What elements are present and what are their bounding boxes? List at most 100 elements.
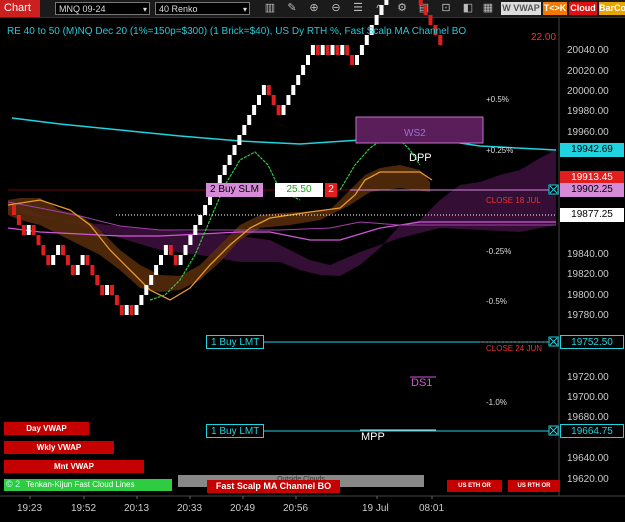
close-x-icon[interactable] — [548, 425, 559, 436]
pct-level-label: -0.25% — [486, 247, 512, 256]
down-brick — [423, 5, 428, 15]
close-x-icon[interactable] — [548, 184, 559, 195]
chart-header-title: RE 40 to 50 (M)NQ Dec 20 (1%=150p=$300) … — [7, 26, 467, 37]
up-brick — [26, 225, 31, 235]
us-rth-or-toggle[interactable]: US RTH OR — [508, 480, 560, 492]
price-tick: 19700.00 — [567, 392, 609, 403]
pct-level-label: -1.0% — [486, 398, 507, 407]
up-brick — [178, 255, 183, 265]
stop-order-price-box: 19902.25 — [560, 183, 624, 197]
up-brick — [222, 165, 227, 175]
price-tick: 20020.00 — [567, 66, 609, 77]
up-brick — [139, 295, 144, 305]
up-brick — [261, 85, 266, 95]
tenkan-kijun-toggle[interactable]: Tenkan-Kijun Fast Cloud Lines — [4, 479, 172, 491]
price-tick: 19720.00 — [567, 372, 609, 383]
up-brick — [242, 125, 247, 135]
stop-order-price-field[interactable]: 25.50 — [275, 183, 323, 197]
down-brick — [173, 255, 178, 265]
down-brick — [21, 225, 26, 235]
time-axis-label: 20:56 — [283, 503, 309, 514]
down-brick — [31, 225, 36, 235]
day-vwap-button[interactable]: Day VWAP — [4, 422, 89, 435]
down-brick — [428, 15, 433, 25]
up-brick — [296, 75, 301, 85]
price-tick: 19820.00 — [567, 269, 609, 280]
up-brick — [105, 285, 110, 295]
price-tick: 19680.00 — [567, 412, 609, 423]
up-brick — [56, 245, 61, 255]
up-brick — [80, 255, 85, 265]
down-brick — [12, 205, 16, 215]
price-tick: 20040.00 — [567, 45, 609, 56]
down-brick — [16, 215, 21, 225]
down-brick — [95, 275, 100, 285]
fast-scalp-toggle[interactable]: Fast Scalp MA Channel BO — [207, 480, 340, 493]
up-brick — [286, 95, 291, 105]
down-brick — [100, 285, 105, 295]
down-brick — [61, 245, 65, 255]
up-brick — [232, 145, 237, 155]
up-brick — [379, 5, 384, 15]
down-brick — [70, 265, 75, 275]
up-brick — [163, 245, 168, 255]
down-brick — [46, 255, 51, 265]
up-brick — [310, 45, 315, 55]
up-brick — [134, 305, 139, 315]
up-brick — [237, 135, 242, 145]
pct-level-label: +0.5% — [486, 95, 509, 104]
up-brick — [252, 105, 257, 115]
up-brick — [359, 45, 364, 55]
pct-level-label: -0.5% — [486, 297, 507, 306]
time-axis-label: 19:23 — [17, 503, 43, 514]
renko-bricks — [12, 0, 443, 315]
down-brick — [85, 255, 90, 265]
close-level-label: CLOSE 18 JUL — [486, 196, 541, 205]
stop-order-qty-badge[interactable]: 2 — [325, 183, 337, 197]
up-brick — [183, 245, 188, 255]
time-axis-label: 20:33 — [177, 503, 203, 514]
weekly-vwap-toggle[interactable]: Wkly VWAP — [4, 441, 114, 454]
up-brick — [257, 95, 261, 105]
down-brick — [65, 255, 70, 265]
down-brick — [168, 245, 173, 255]
down-brick — [325, 45, 330, 55]
mpp-pivot-label: MPP — [361, 431, 385, 443]
up-brick — [203, 205, 208, 215]
down-brick — [350, 55, 355, 65]
down-brick — [41, 245, 46, 255]
time-axis-label: 08:01 — [419, 503, 445, 514]
price-tick: 19840.00 — [567, 249, 609, 260]
stop-order-label[interactable]: 2 Buy SLM — [206, 183, 263, 197]
price-tick: 19960.00 — [567, 127, 609, 138]
down-brick — [36, 235, 41, 245]
time-axis-label: 20:49 — [230, 503, 256, 514]
down-brick — [90, 265, 95, 275]
pct-level-label: +0.25% — [486, 146, 514, 155]
down-brick — [266, 85, 271, 95]
up-brick — [75, 265, 80, 275]
up-brick — [227, 155, 232, 165]
us-eth-or-toggle[interactable]: US ETH OR — [447, 480, 502, 492]
monthly-vwap-toggle[interactable]: Mnt VWAP — [4, 460, 144, 473]
up-brick — [154, 265, 159, 275]
up-brick — [188, 235, 193, 245]
up-brick — [159, 255, 163, 265]
limit-order-label[interactable]: 1 Buy LMT — [206, 424, 265, 438]
down-brick — [119, 305, 124, 315]
up-brick — [193, 225, 198, 235]
ds1-pivot-label: DS1 — [411, 377, 433, 389]
up-brick — [291, 85, 296, 95]
limit-order-price-box: 19752.50 — [560, 335, 624, 349]
limit-order-label[interactable]: 1 Buy LMT — [206, 335, 265, 349]
up-brick — [320, 45, 325, 55]
down-brick — [110, 285, 114, 295]
up-brick — [247, 115, 252, 125]
up-brick — [374, 15, 379, 25]
cyan-ma-price-box: 19942.69 — [560, 143, 624, 157]
ws2-pivot-label: WS2 — [404, 128, 426, 139]
price-tick: 19640.00 — [567, 453, 609, 464]
close-x-icon[interactable] — [548, 336, 559, 347]
up-brick — [301, 65, 306, 75]
close-level-label: CLOSE 24 JUN — [486, 344, 543, 353]
